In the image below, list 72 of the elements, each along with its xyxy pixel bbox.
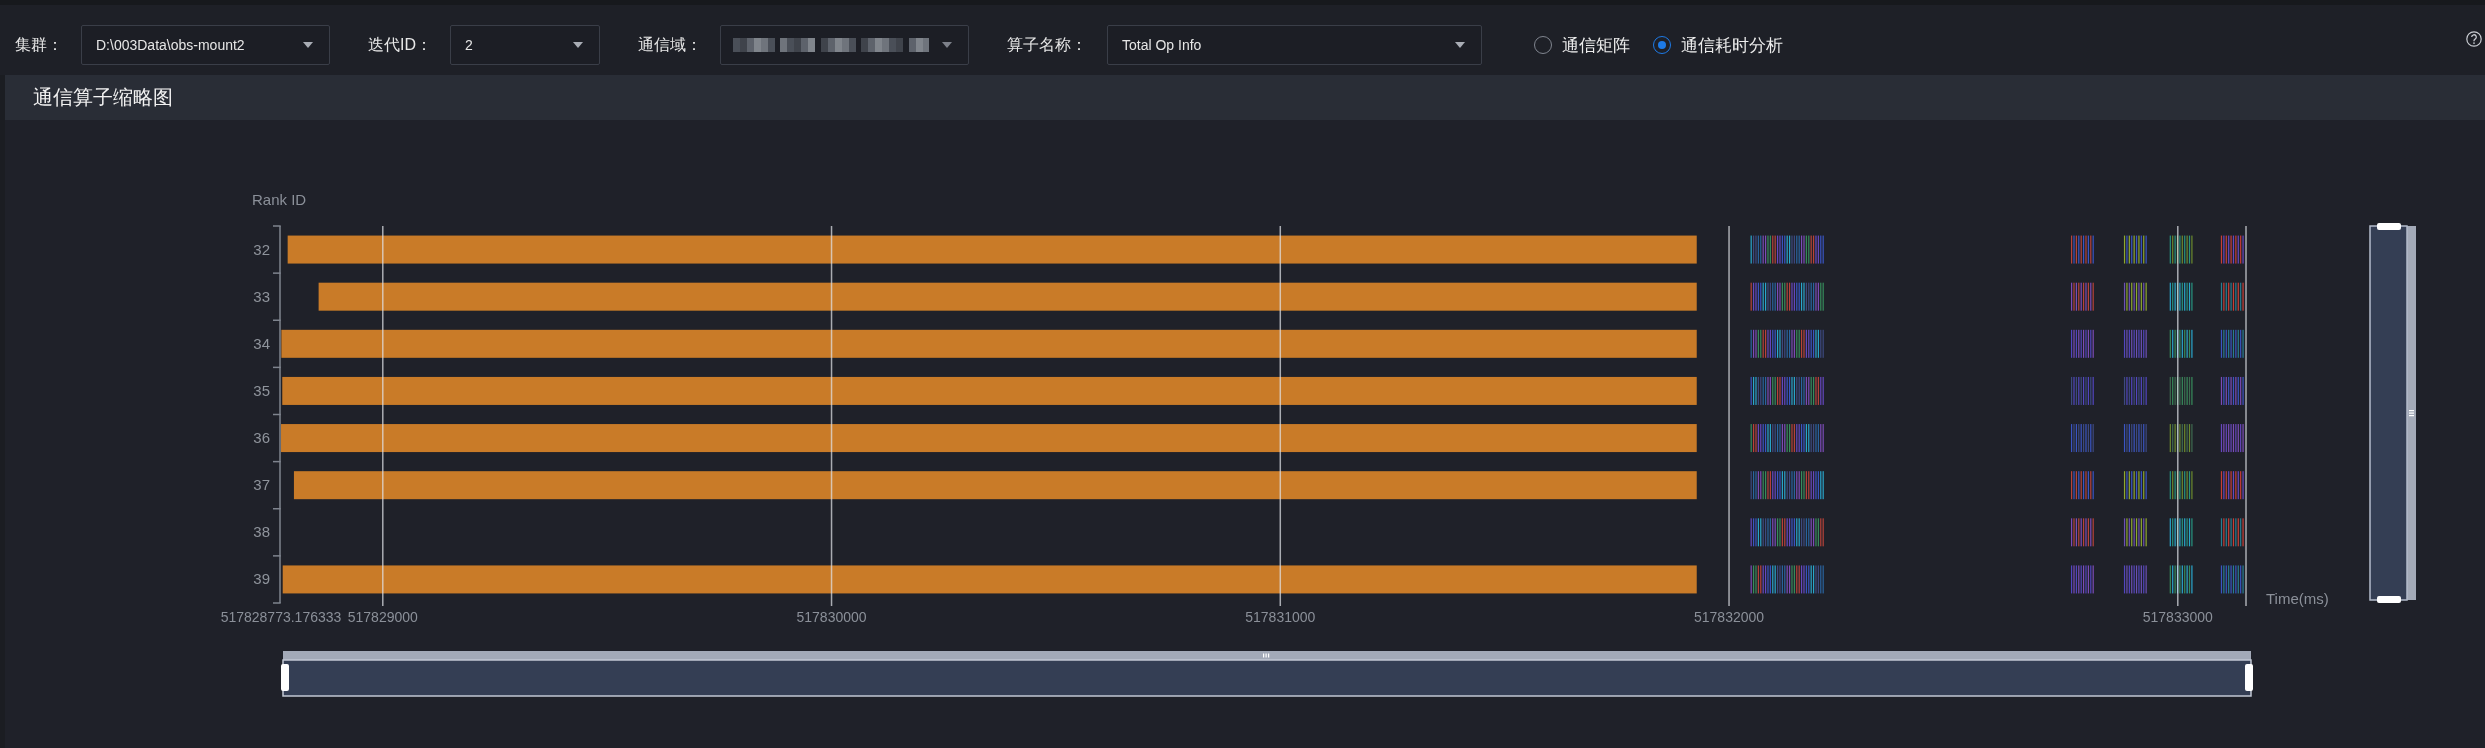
grip-icon xyxy=(1263,653,1270,658)
stripe-cluster xyxy=(2123,471,2147,500)
panel-title: 通信算子缩略图 xyxy=(33,85,173,110)
dropdown[interactable]: D:\003Data\obs-mount2 xyxy=(81,25,330,65)
vertical-zoom-slider[interactable] xyxy=(2369,223,2416,603)
tick-label: 517832000 xyxy=(1694,609,1765,625)
stripe-cluster xyxy=(2169,471,2193,500)
tick-label: 37 xyxy=(253,476,270,494)
field-label: 算子名称： xyxy=(1007,34,1087,55)
slider-handle[interactable] xyxy=(2245,664,2253,691)
tick-label: 517829000 xyxy=(347,609,418,625)
stripe-cluster xyxy=(2220,282,2244,311)
stripe-cluster xyxy=(2071,424,2094,453)
tick-label: 517828773.176333 xyxy=(220,609,342,625)
stripe-cluster xyxy=(2169,565,2193,594)
stripe-cluster xyxy=(2220,376,2244,405)
dropdown[interactable] xyxy=(720,25,969,65)
tick-label: 517831000 xyxy=(1245,609,1316,625)
tick-label: 34 xyxy=(253,334,270,352)
slider-handle[interactable] xyxy=(281,664,289,691)
axis-title: Time(ms) xyxy=(2266,590,2329,607)
field-label: 迭代ID： xyxy=(368,34,432,55)
stripe-cluster xyxy=(2123,282,2147,311)
tick-label: 36 xyxy=(253,429,270,447)
field-label: 通信域： xyxy=(638,34,702,55)
horizontal-zoom-slider[interactable] xyxy=(281,651,2253,697)
tick-label: 39 xyxy=(253,570,270,588)
stripe-cluster xyxy=(2220,471,2244,500)
stripe-cluster xyxy=(2071,518,2094,547)
stripe-cluster xyxy=(2220,424,2244,453)
tick-label: 32 xyxy=(253,240,270,258)
stripe-cluster xyxy=(2123,518,2147,547)
caret-icon xyxy=(1455,42,1465,48)
stripe-cluster xyxy=(2071,471,2094,500)
slider-handle[interactable] xyxy=(2377,223,2401,230)
stripe-cluster xyxy=(2220,518,2244,547)
stripe-cluster xyxy=(2123,235,2147,264)
caret-icon xyxy=(573,42,583,48)
stripe-cluster xyxy=(2123,376,2147,405)
axis-title: Rank ID xyxy=(252,191,307,208)
dropdown[interactable]: Total Op Info xyxy=(1107,25,1482,65)
grip-icon xyxy=(2409,410,2414,417)
stripe-cluster xyxy=(2071,565,2094,594)
caret-icon xyxy=(303,42,313,48)
radio-option[interactable]: 通信矩阵 xyxy=(1534,33,1630,57)
tick-label: 35 xyxy=(253,381,270,399)
tick-label: 33 xyxy=(253,287,270,305)
stripe-cluster xyxy=(2071,235,2094,264)
stripe-cluster xyxy=(2169,518,2193,547)
stripe-cluster xyxy=(2071,329,2094,358)
stripe-cluster xyxy=(2169,235,2193,264)
stripe-cluster xyxy=(2169,329,2193,358)
stripe-cluster xyxy=(2220,235,2244,264)
stripe-cluster xyxy=(2123,565,2147,594)
stripe-cluster xyxy=(2071,282,2094,311)
radio-option[interactable]: 通信耗时分析 xyxy=(1653,33,1783,57)
stripe-cluster xyxy=(2169,424,2193,453)
stripe-cluster xyxy=(2123,424,2147,453)
slider-handle[interactable] xyxy=(2377,596,2401,603)
dropdown[interactable]: 2 xyxy=(450,25,600,65)
tick-label: 517833000 xyxy=(2142,609,2213,625)
stripe-cluster xyxy=(2071,376,2094,405)
stripe-cluster xyxy=(2220,565,2244,594)
stripe-cluster xyxy=(2123,329,2147,358)
tick-label: 38 xyxy=(253,523,270,541)
stripe-cluster xyxy=(2169,376,2193,405)
tick-label: 517830000 xyxy=(796,609,867,625)
caret-icon xyxy=(942,42,952,48)
help-icon[interactable] xyxy=(2466,31,2482,47)
field-label: 集群： xyxy=(15,34,63,55)
stripe-cluster xyxy=(2220,329,2244,358)
stripe-cluster xyxy=(2169,282,2193,311)
